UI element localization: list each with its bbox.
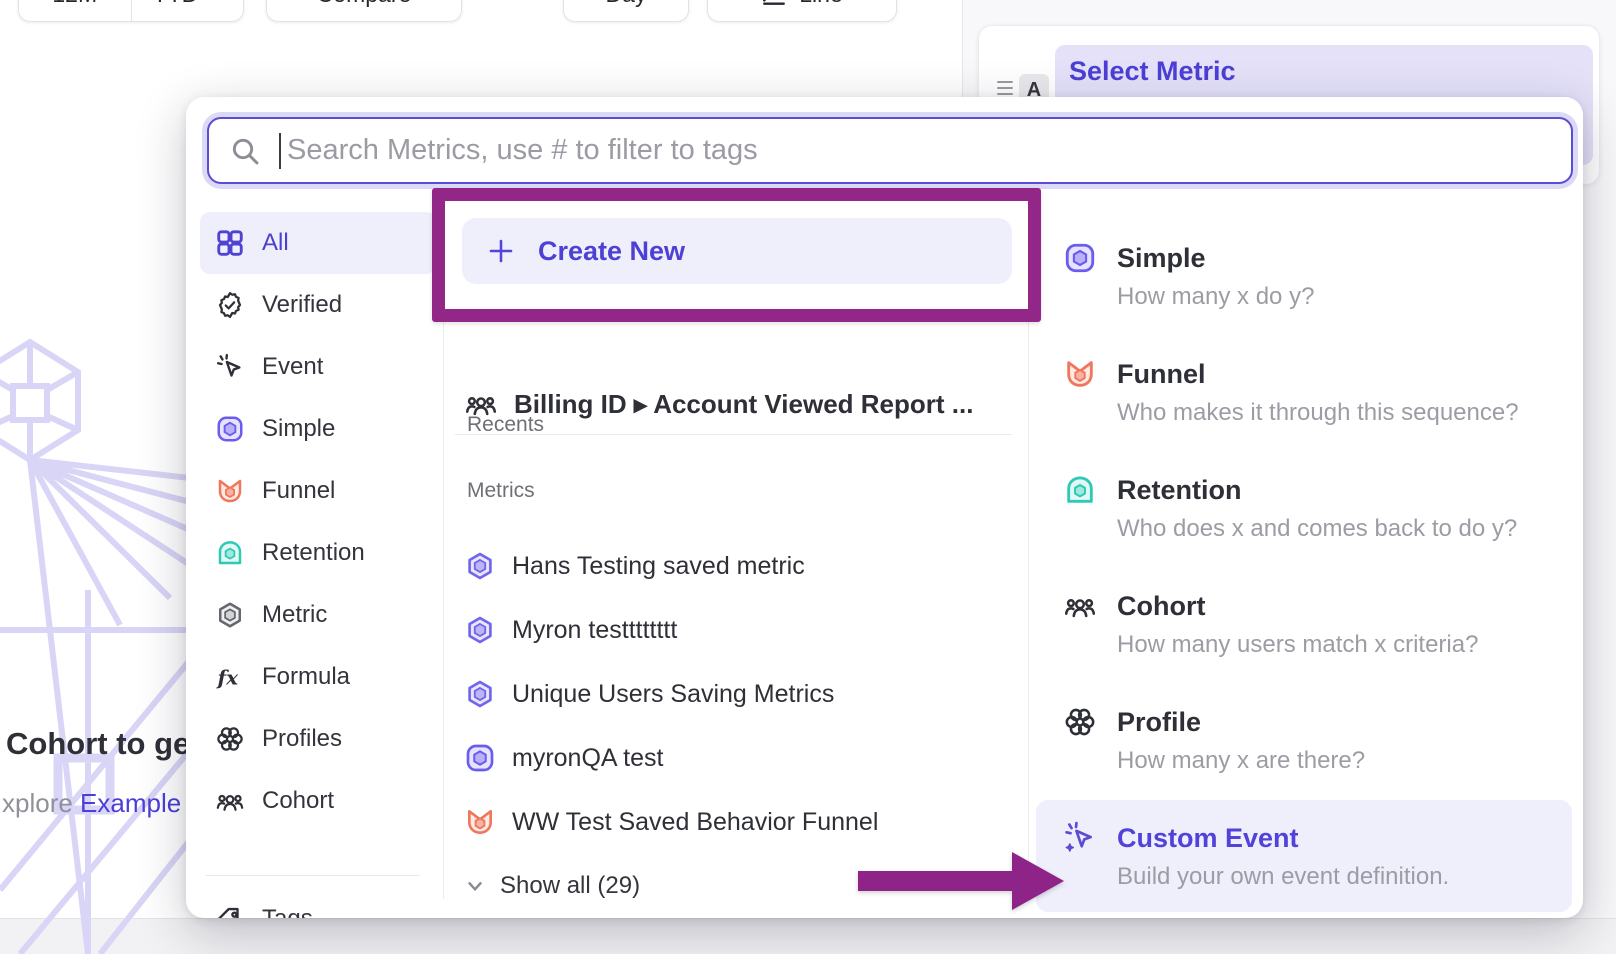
wireframe-illustration — [0, 330, 190, 954]
retention-metric-icon — [1062, 473, 1098, 507]
category-metric[interactable]: Metric — [200, 584, 436, 646]
category-retention[interactable]: Retention — [200, 522, 436, 584]
simple-metric-icon — [464, 742, 496, 774]
formula-icon: fx — [215, 662, 245, 692]
date-range-control: 12M YTD — [18, 0, 244, 22]
compare-button[interactable]: Compare — [266, 0, 462, 22]
metrics-header: Metrics — [467, 479, 535, 503]
category-cohort[interactable]: Cohort — [200, 770, 436, 832]
range-ytd-button[interactable]: YTD — [131, 0, 244, 21]
verified-badge-icon — [215, 290, 245, 320]
text-cursor — [279, 133, 281, 169]
chevron-down-icon — [206, 0, 222, 3]
category-event[interactable]: Event — [200, 336, 436, 398]
chevron-down-icon — [464, 875, 486, 897]
saved-metric-icon — [464, 678, 496, 710]
recent-item-billing[interactable]: Billing ID ▸ Account Viewed Report ... — [464, 372, 973, 436]
metric-item[interactable]: myronQA test — [464, 726, 1024, 790]
metric-item[interactable]: Hans Testing saved metric — [464, 534, 1024, 598]
metric-item[interactable]: Unique Users Saving Metrics — [464, 662, 1024, 726]
profiles-flower-icon — [1062, 705, 1098, 739]
search-icon — [229, 135, 261, 167]
tag-icon — [215, 904, 245, 918]
cohort-people-icon — [1062, 589, 1098, 623]
granularity-day-button[interactable]: Day — [563, 0, 689, 22]
simple-metric-icon — [215, 414, 245, 444]
cohort-people-icon — [464, 387, 498, 421]
type-funnel[interactable]: FunnelWho makes it through this sequence… — [1036, 316, 1572, 432]
profiles-flower-icon — [215, 724, 245, 754]
select-metric-label: Select Metric — [1069, 55, 1593, 87]
funnel-metric-icon — [464, 806, 496, 838]
chart-type-line-button[interactable]: Line — [707, 0, 897, 22]
grid-icon — [215, 228, 245, 258]
bottom-section-background — [0, 918, 1616, 954]
section-divider — [455, 434, 1012, 435]
retention-metric-icon — [215, 538, 245, 568]
type-retention[interactable]: RetentionWho does x and comes back to do… — [1036, 432, 1572, 548]
sidebar-divider — [206, 875, 420, 876]
recent-item-label: Billing ID ▸ Account Viewed Report ... — [514, 389, 973, 420]
metric-item[interactable]: Myron testttttttt — [464, 598, 1024, 662]
category-verified[interactable]: Verified — [200, 274, 436, 336]
category-profiles[interactable]: Profiles — [200, 708, 436, 770]
metric-search-bar[interactable] — [207, 117, 1573, 184]
explore-text: xplore — [2, 788, 80, 818]
search-input[interactable] — [287, 134, 1551, 167]
category-funnel[interactable]: Funnel — [200, 460, 436, 522]
annotation-highlight-box — [432, 188, 1041, 322]
saved-metric-icon — [464, 614, 496, 646]
metric-item[interactable]: WW Test Saved Behavior Funnel — [464, 790, 1024, 854]
category-sidebar: All Verified Event Simple Funnel Retenti… — [200, 212, 436, 918]
annotation-arrow — [856, 850, 1068, 912]
type-cohort[interactable]: CohortHow many users match x criteria? — [1036, 548, 1572, 664]
type-profile[interactable]: ProfileHow many x are there? — [1036, 664, 1572, 780]
saved-metric-icon — [464, 550, 496, 582]
line-chart-icon — [761, 0, 787, 8]
funnel-metric-icon — [1062, 357, 1098, 391]
metric-picker-screen: Cohort to ge xplore Example R 12M YTD Co… — [0, 0, 1616, 954]
empty-state-subtext: xplore Example R — [2, 788, 207, 819]
range-12m-button[interactable]: 12M — [19, 0, 131, 21]
cohort-people-icon — [215, 786, 245, 816]
category-simple[interactable]: Simple — [200, 398, 436, 460]
event-cursor-icon — [215, 352, 245, 382]
svg-text:fx: fx — [216, 666, 240, 690]
funnel-metric-icon — [215, 476, 245, 506]
category-formula[interactable]: fx Formula — [200, 646, 436, 708]
hexagon-metric-icon — [215, 600, 245, 630]
type-custom-event[interactable]: Custom EventBuild your own event definit… — [1036, 780, 1572, 896]
category-tags[interactable]: Tags — [200, 888, 436, 918]
category-all[interactable]: All — [200, 212, 436, 274]
simple-metric-icon — [1062, 241, 1098, 275]
type-simple[interactable]: SimpleHow many x do y? — [1036, 200, 1572, 316]
empty-state-heading: Cohort to ge — [6, 726, 190, 762]
metric-type-list: SimpleHow many x do y? FunnelWho makes i… — [1036, 200, 1572, 896]
